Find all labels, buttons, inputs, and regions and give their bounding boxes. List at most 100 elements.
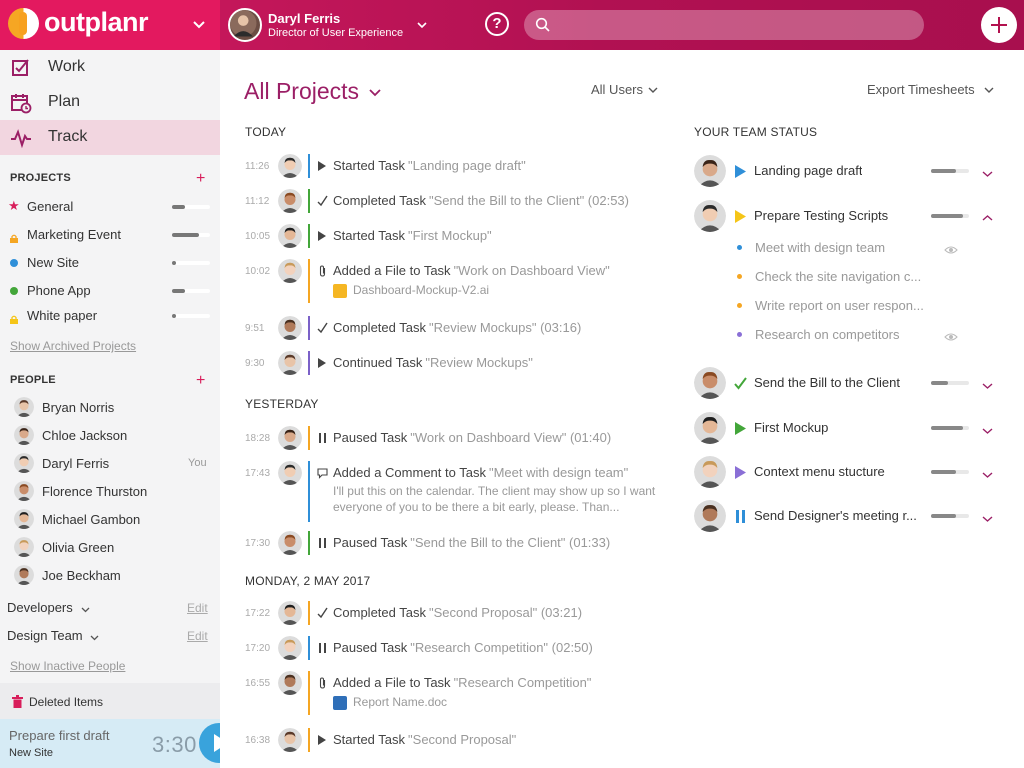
add-button[interactable] [981, 7, 1017, 43]
chevron-down-icon[interactable] [416, 19, 428, 31]
search-input[interactable] [564, 10, 914, 40]
export-timesheets-filter[interactable]: Export Timesheets [867, 82, 975, 97]
nav-item-track[interactable]: Track [0, 120, 220, 155]
add-person-button[interactable]: + [196, 373, 205, 389]
project-label: Marketing Event [27, 227, 121, 242]
subtask-item[interactable]: Check the site navigation c... [694, 266, 1004, 288]
activity-verb: Completed Task [333, 320, 426, 335]
attached-file[interactable]: Report Name.doc [333, 695, 447, 710]
avatar [278, 601, 302, 625]
search-box[interactable] [524, 10, 924, 40]
main-content: All Projects All Users Export Timesheets… [220, 50, 1024, 768]
activity-task-link[interactable]: "Send the Bill to the Client" (02:53) [429, 193, 629, 208]
progress-fill [172, 205, 185, 209]
project-item[interactable]: White paper [0, 305, 220, 327]
edit-link[interactable]: Edit [187, 601, 208, 615]
project-color-line [308, 224, 310, 248]
project-color-line [308, 728, 310, 752]
add-project-button[interactable]: + [196, 171, 205, 187]
progress-fill [172, 261, 176, 265]
show-archived-link[interactable]: Show Archived Projects [10, 339, 136, 353]
chevron-down-icon [81, 607, 90, 613]
nav-item-plan[interactable]: Plan [0, 85, 220, 120]
person-name: Michael Gambon [42, 512, 141, 527]
project-item[interactable]: New Site [0, 252, 220, 274]
person-name: Daryl Ferris [42, 456, 110, 471]
team-status-row[interactable]: Send Designer's meeting r... [694, 498, 1004, 534]
chevron-down-icon[interactable] [984, 85, 994, 95]
play-icon [734, 466, 747, 479]
chevron-down-icon[interactable] [192, 17, 206, 31]
team-status-row[interactable]: Prepare Testing Scripts [694, 198, 1004, 234]
activity-task-link[interactable]: "Review Mockups" (03:16) [429, 320, 581, 335]
edit-link[interactable]: Edit [187, 629, 208, 643]
project-item[interactable]: ★ General [0, 196, 220, 218]
attached-file[interactable]: Dashboard-Mockup-V2.ai [333, 283, 489, 298]
team-status-row[interactable]: First Mockup [694, 410, 1004, 446]
activity-task-link[interactable]: "Review Mockups" [425, 355, 533, 370]
activity-task-link[interactable]: "Send the Bill to the Client" (01:33) [410, 535, 610, 550]
person-name: Chloe Jackson [42, 428, 128, 443]
team-status-row[interactable]: Context menu stucture [694, 454, 1004, 490]
show-inactive-link[interactable]: Show Inactive People [10, 659, 125, 673]
person-item[interactable]: Joe Beckham [0, 563, 220, 589]
chevron-up-icon[interactable] [982, 211, 993, 222]
activity-time: 10:05 [245, 231, 271, 242]
avatar [14, 397, 34, 417]
chevron-down-icon[interactable] [982, 378, 993, 389]
logo-icon [8, 8, 39, 39]
chevron-down-icon[interactable] [648, 85, 658, 95]
activity-task-link[interactable]: "Second Proposal" (03:21) [429, 605, 582, 620]
chevron-down-icon[interactable] [982, 511, 993, 522]
person-item[interactable]: Chloe Jackson [0, 423, 220, 449]
activity-task-link[interactable]: "Meet with design team" [489, 465, 628, 480]
team-status-row[interactable]: Landing page draft [694, 153, 1004, 189]
check-icon [317, 322, 328, 334]
activity-task-link[interactable]: "First Mockup" [408, 228, 492, 243]
subtask-label: Check the site navigation c... [755, 269, 922, 284]
task-label: Send the Bill to the Client [754, 375, 900, 390]
user-menu[interactable]: Daryl Ferris Director of User Experience [228, 6, 427, 44]
activity-item: 10:05 Started Task "First Mockup" [220, 224, 660, 248]
chevron-down-icon[interactable] [982, 467, 993, 478]
chevron-down-icon[interactable] [368, 86, 382, 100]
help-button[interactable]: ? [485, 12, 509, 36]
person-item[interactable]: Bryan Norris [0, 395, 220, 421]
chevron-down-icon[interactable] [982, 166, 993, 177]
team-status-row[interactable]: Send the Bill to the Client [694, 365, 1004, 401]
users-filter[interactable]: All Users [591, 82, 643, 97]
project-item[interactable]: Phone App [0, 280, 220, 302]
eye-icon[interactable] [944, 242, 958, 254]
activity-task-link[interactable]: "Work on Dashboard View" (01:40) [410, 430, 611, 445]
activity-task-link[interactable]: "Work on Dashboard View" [454, 263, 610, 278]
person-item[interactable]: Olivia Green [0, 535, 220, 561]
avatar [278, 351, 302, 375]
activity-task-link[interactable]: "Second Proposal" [408, 732, 516, 747]
eye-icon[interactable] [944, 329, 958, 341]
page-title[interactable]: All Projects [244, 78, 359, 105]
person-item[interactable]: Florence Thurston [0, 479, 220, 505]
subtask-item[interactable]: Meet with design team [694, 237, 1004, 259]
person-item[interactable]: Daryl Ferris You [0, 451, 220, 477]
project-item[interactable]: Marketing Event [0, 224, 220, 246]
group-design-team[interactable]: Design Team Edit [0, 624, 220, 648]
activity-time: 16:38 [245, 735, 271, 746]
avatar [14, 509, 34, 529]
logo-area[interactable]: outplanr [0, 0, 220, 50]
group-developers[interactable]: Developers Edit [0, 596, 220, 620]
group-label: Developers [7, 600, 73, 615]
chevron-down-icon[interactable] [982, 423, 993, 434]
activity-verb: Started Task [333, 158, 406, 173]
activity-verb: Completed Task [333, 605, 426, 620]
avatar [278, 259, 302, 283]
deleted-items[interactable]: Deleted Items [0, 683, 220, 719]
activity-item: 9:30 Continued Task "Review Mockups" [220, 351, 660, 375]
person-item[interactable]: Michael Gambon [0, 507, 220, 533]
nav-item-work[interactable]: Work [0, 50, 220, 85]
subtask-item[interactable]: Write report on user respon... [694, 295, 1004, 317]
activity-task-link[interactable]: "Landing page draft" [408, 158, 526, 173]
activity-task-link[interactable]: "Research Competition" (02:50) [410, 640, 593, 655]
subtask-item[interactable]: Research on competitors [694, 324, 1004, 346]
progress-bar [931, 381, 969, 385]
activity-task-link[interactable]: "Research Competition" [454, 675, 592, 690]
